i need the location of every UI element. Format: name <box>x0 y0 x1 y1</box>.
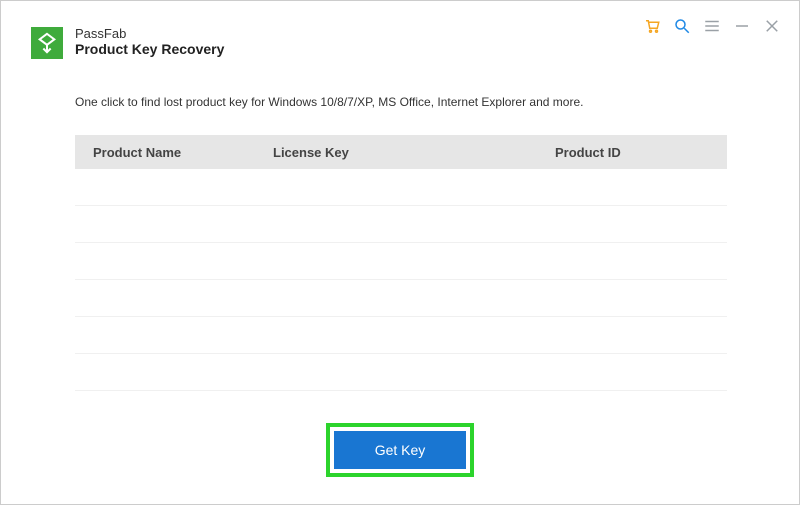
table-row <box>75 169 727 206</box>
description-text: One click to find lost product key for W… <box>75 95 583 109</box>
table-body <box>75 169 727 391</box>
column-product-name: Product Name <box>75 145 273 160</box>
brand-text: PassFab Product Key Recovery <box>75 27 224 58</box>
search-icon[interactable] <box>673 17 691 35</box>
table-header: Product Name License Key Product ID <box>75 135 727 169</box>
minimize-button[interactable] <box>733 17 751 35</box>
table-row <box>75 280 727 317</box>
close-button[interactable] <box>763 17 781 35</box>
titlebar-controls <box>643 17 781 35</box>
get-key-highlight: Get Key <box>326 423 474 477</box>
table-row <box>75 243 727 280</box>
app-window: PassFab Product Key Recovery One click t… <box>0 0 800 505</box>
get-key-button[interactable]: Get Key <box>334 431 466 469</box>
column-license-key: License Key <box>273 145 555 160</box>
cart-icon[interactable] <box>643 17 661 35</box>
table-row <box>75 354 727 391</box>
table-row <box>75 206 727 243</box>
column-product-id: Product ID <box>555 145 727 160</box>
product-name: Product Key Recovery <box>75 41 224 58</box>
table-row <box>75 317 727 354</box>
app-header: PassFab Product Key Recovery <box>31 27 224 59</box>
brand-name: PassFab <box>75 27 224 41</box>
menu-icon[interactable] <box>703 17 721 35</box>
app-logo <box>31 27 63 59</box>
product-key-table: Product Name License Key Product ID <box>75 135 727 391</box>
